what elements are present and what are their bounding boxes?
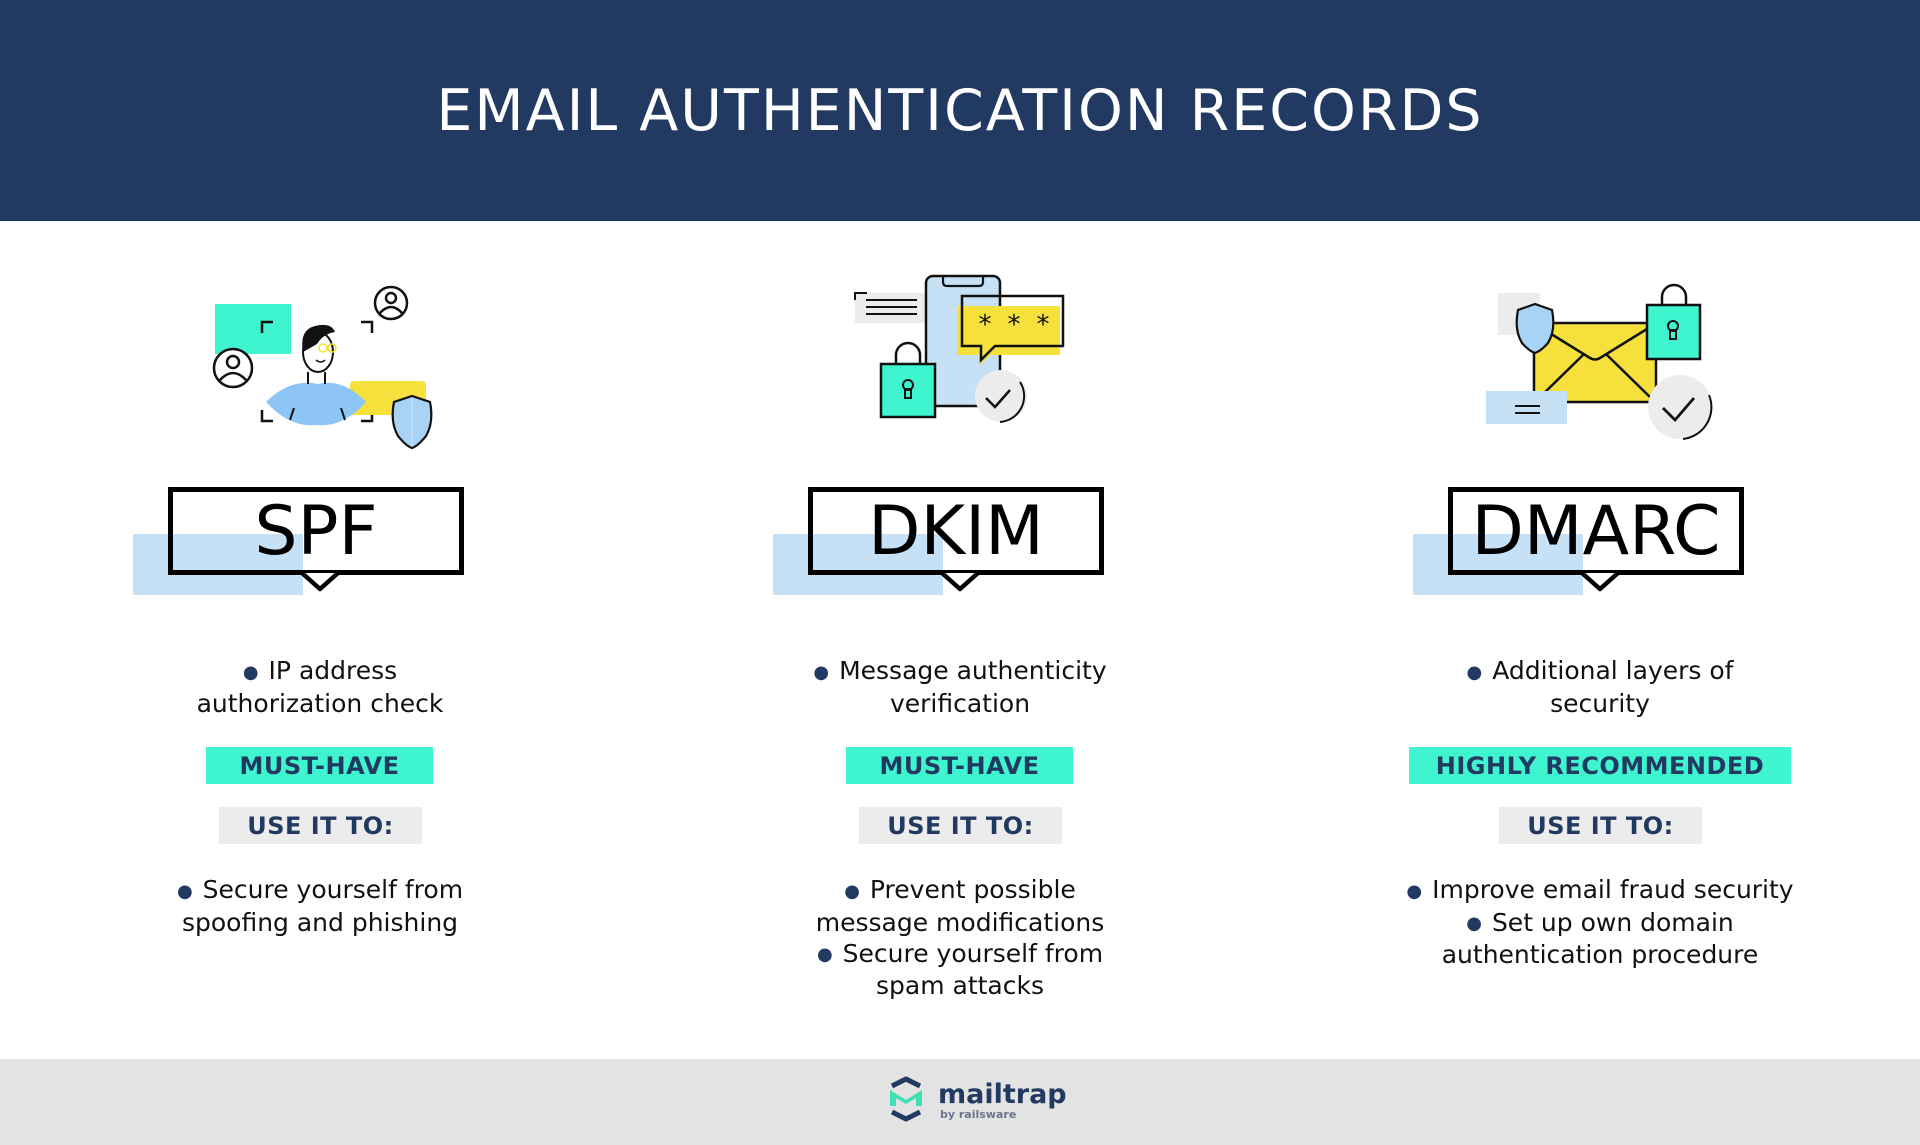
use-item: ● Secure yourself from spoofing and phish…	[176, 875, 464, 937]
brand-subtitle: by railsware	[940, 1108, 1017, 1121]
use-item: ● Set up own domain authentication proced…	[1441, 907, 1759, 970]
person-verification-illustration	[212, 285, 433, 450]
importance-badge: MUST-HAVE	[206, 747, 433, 784]
use-it-to-label: USE IT TO:	[219, 807, 422, 844]
use-item: ● Prevent possible message modifications	[815, 875, 1105, 937]
user-avatar-icon	[373, 285, 409, 321]
use-list: ● Prevent possible message modifications …	[640, 874, 1280, 1001]
record-name-spf: SPF	[168, 487, 464, 575]
callout-pointer	[1580, 571, 1620, 592]
bullet-icon: ●	[1466, 913, 1482, 934]
callout-pointer	[300, 571, 340, 592]
record-column-spf: SPF ● IP address authorization check MUST…	[0, 221, 640, 1059]
page-title: EMAIL AUTHENTICATION RECORDS	[436, 77, 1484, 144]
check-circle-icon	[975, 370, 1027, 423]
svg-text:*: *	[979, 310, 992, 340]
record-name-dkim: DKIM	[808, 487, 1104, 575]
svg-text:*: *	[1008, 310, 1021, 340]
password-bubble-icon: * * *	[957, 294, 1065, 365]
bullet-icon: ●	[816, 944, 833, 965]
bullet-icon: ●	[242, 661, 259, 683]
callout-pointer	[940, 571, 980, 592]
importance-badge: MUST-HAVE	[846, 747, 1073, 784]
record-name-dmarc: DMARC	[1448, 487, 1744, 575]
record-description: ● IP address authorization check	[196, 656, 444, 718]
use-list: ● Improve email fraud security ● Set up ow…	[1280, 874, 1920, 970]
blue-card-shape	[1486, 391, 1567, 424]
bullet-icon: ●	[176, 880, 193, 902]
record-column-dkim: * * * DKIM ● Message authenticity verific…	[640, 221, 1280, 1059]
use-list: ● Secure yourself from spoofing and phish…	[0, 874, 640, 938]
record-column-dmarc: DMARC ● Additional layers of security HIG…	[1280, 221, 1920, 1059]
svg-text:*: *	[1037, 310, 1050, 340]
record-description: ● Additional layers of security	[1466, 656, 1734, 718]
use-item: ● Improve email fraud security	[1406, 875, 1794, 904]
bullet-icon: ●	[1406, 880, 1423, 902]
bullet-icon: ●	[844, 880, 860, 902]
record-description: ● Message authenticity verification	[813, 656, 1107, 718]
brand-name: mailtrap	[938, 1079, 1067, 1110]
phone-password-lock-illustration: * * *	[854, 274, 1065, 423]
bullet-icon: ●	[813, 661, 830, 683]
bullet-icon: ●	[1466, 661, 1483, 683]
mailtrap-logo-icon	[890, 1076, 922, 1122]
check-circle-icon	[1648, 375, 1713, 440]
lock-icon	[1645, 283, 1702, 361]
user-avatar-icon	[212, 347, 254, 389]
use-it-to-label: USE IT TO:	[1499, 807, 1702, 844]
shield-icon	[391, 394, 433, 450]
importance-badge: HIGHLY RECOMMENDED	[1409, 747, 1791, 784]
envelope-lock-shield-illustration	[1486, 283, 1713, 440]
use-it-to-label: USE IT TO:	[859, 807, 1062, 844]
use-item: ● Secure yourself from spam attacks	[816, 938, 1104, 1001]
teal-card-shape	[215, 304, 291, 354]
